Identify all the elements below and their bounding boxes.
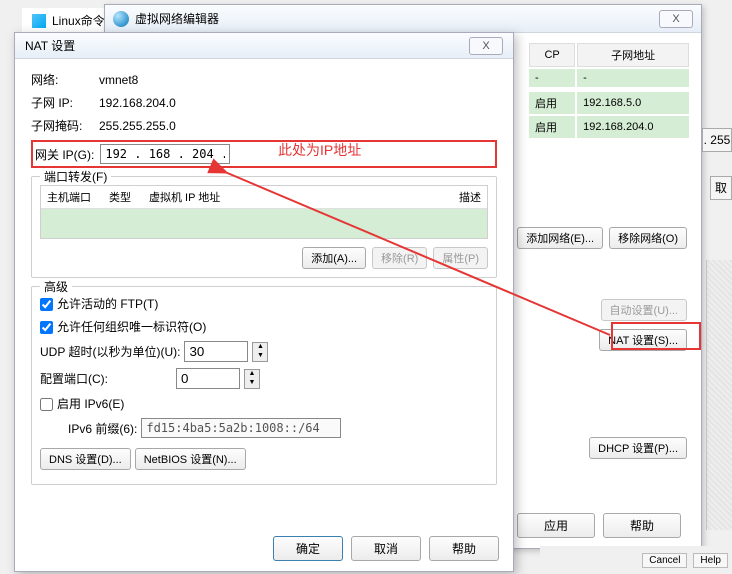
table-row[interactable]: 启用192.168.204.0 — [529, 116, 689, 138]
pf-col-desc: 描述 — [459, 189, 481, 205]
nat-cancel-button[interactable]: 取消 — [351, 536, 421, 561]
subnet-ip-label: 子网 IP: — [31, 94, 95, 111]
ipv6-prefix-label: IPv6 前缀(6): — [68, 420, 137, 437]
subnet-mask-label: 子网掩码: — [31, 117, 95, 134]
enable-ipv6-checkbox[interactable]: 启用 IPv6(E) — [40, 395, 124, 412]
pf-col-vmip: 虚拟机 IP 地址 — [149, 189, 220, 205]
allow-ftp-checkbox[interactable]: 允许活动的 FTP(T) — [40, 295, 158, 312]
background-pattern — [706, 260, 732, 530]
linux-icon — [32, 14, 46, 28]
nat-title-text: NAT 设置 — [25, 37, 75, 54]
ipv6-prefix-input — [141, 418, 341, 438]
gateway-ip-input[interactable] — [100, 144, 230, 164]
bg-cancel-button[interactable]: Cancel — [642, 553, 687, 568]
vne-titlebar[interactable]: 虚拟网络编辑器 X — [105, 5, 701, 33]
network-table: CP 子网地址 -- 启用192.168.5.0 启用192.168.204.0 — [527, 41, 691, 140]
bg-ip-fragment: . 255 — [702, 128, 732, 152]
pf-col-type: 类型 — [109, 189, 131, 205]
advanced-title: 高级 — [40, 278, 72, 295]
chevron-down-icon: ▼ — [245, 379, 259, 388]
udp-timeout-label: UDP 超时(以秒为单位)(U): — [40, 343, 180, 360]
pf-add-button[interactable]: 添加(A)... — [302, 247, 366, 269]
config-port-input[interactable] — [176, 368, 240, 389]
gateway-label: 网关 IP(G): — [35, 146, 94, 163]
advanced-group: 高级 允许活动的 FTP(T) 允许任何组织唯一标识符(O) UDP 超时(以秒… — [31, 286, 497, 485]
nat-help-button[interactable]: 帮助 — [429, 536, 499, 561]
taskbar-tab-label: Linux命令 — [52, 12, 105, 29]
nat-close-button[interactable]: X — [469, 37, 503, 55]
pf-properties-button: 属性(P) — [433, 247, 488, 269]
vne-close-button[interactable]: X — [659, 10, 693, 28]
vne-help-button[interactable]: 帮助 — [603, 513, 681, 538]
add-network-button[interactable]: 添加网络(E)... — [517, 227, 603, 249]
nat-settings-dialog: NAT 设置 X 网络: vmnet8 子网 IP: 192.168.204.0 子… — [14, 32, 514, 572]
bg-help-button[interactable]: Help — [693, 553, 728, 568]
network-label: 网络: — [31, 71, 95, 88]
vne-title-text: 虚拟网络编辑器 — [135, 10, 219, 27]
globe-icon — [113, 11, 129, 27]
chevron-up-icon: ▲ — [253, 343, 267, 352]
taskbar-tab-linux[interactable]: Linux命令 — [22, 8, 115, 33]
dns-settings-button[interactable]: DNS 设置(D)... — [40, 448, 131, 470]
udp-spinner[interactable]: ▲▼ — [252, 342, 268, 362]
bg-button-fragment[interactable]: 取 — [710, 176, 732, 200]
subnet-ip-value: 192.168.204.0 — [99, 96, 176, 110]
config-port-label: 配置端口(C): — [40, 370, 108, 387]
network-value: vmnet8 — [99, 73, 138, 87]
pf-remove-button: 移除(R) — [372, 247, 427, 269]
nat-titlebar[interactable]: NAT 设置 X — [15, 33, 513, 59]
gateway-row-highlight: 网关 IP(G): — [31, 140, 497, 168]
netbios-settings-button[interactable]: NetBIOS 设置(N)... — [135, 448, 246, 470]
table-row[interactable]: 启用192.168.5.0 — [529, 92, 689, 114]
port-forward-title: 端口转发(F) — [40, 168, 111, 185]
annotation-text: 此处为IP地址 — [278, 140, 361, 160]
pf-col-hostport: 主机端口 — [47, 189, 91, 205]
nat-ok-button[interactable]: 确定 — [273, 536, 343, 561]
background-dialog-buttons: Cancel Help — [540, 546, 732, 574]
cfgport-spinner[interactable]: ▲▼ — [244, 369, 260, 389]
dhcp-settings-button[interactable]: DHCP 设置(P)... — [589, 437, 687, 459]
udp-timeout-input[interactable] — [184, 341, 248, 362]
port-forward-list[interactable]: 主机端口 类型 虚拟机 IP 地址 描述 — [40, 185, 488, 239]
chevron-down-icon: ▼ — [253, 352, 267, 361]
vne-apply-button[interactable]: 应用 — [517, 513, 595, 538]
allow-oui-checkbox[interactable]: 允许任何组织唯一标识符(O) — [40, 318, 206, 335]
chevron-up-icon: ▲ — [245, 370, 259, 379]
port-forward-group: 端口转发(F) 主机端口 类型 虚拟机 IP 地址 描述 添加(A)... 移除… — [31, 176, 497, 278]
col-cp[interactable]: CP — [529, 43, 575, 67]
col-subnet[interactable]: 子网地址 — [577, 43, 689, 67]
subnet-mask-value: 255.255.255.0 — [99, 119, 176, 133]
table-row[interactable]: -- — [529, 69, 689, 87]
auto-settings-button: 自动设置(U)... — [601, 299, 687, 321]
remove-network-button[interactable]: 移除网络(O) — [609, 227, 687, 249]
nat-settings-button[interactable]: NAT 设置(S)... — [599, 329, 687, 351]
